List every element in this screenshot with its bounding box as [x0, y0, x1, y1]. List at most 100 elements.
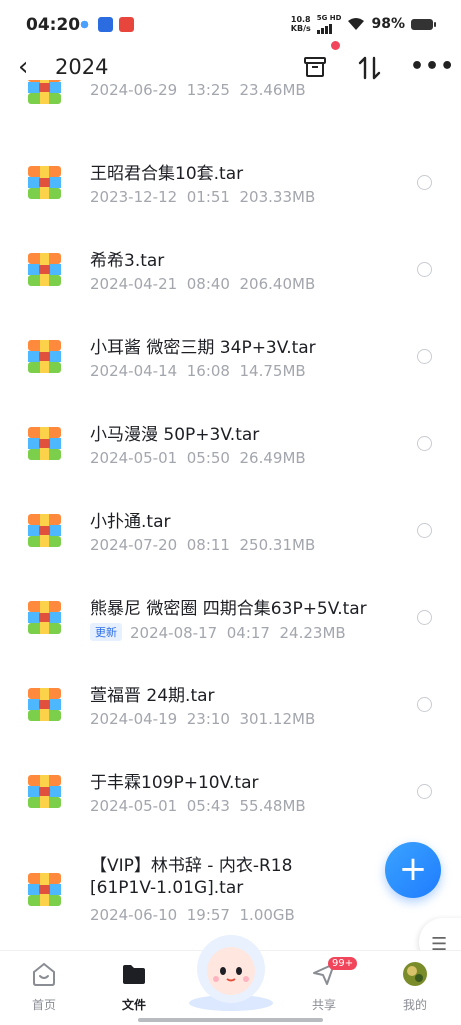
archive-file-icon: [28, 340, 61, 373]
archive-file-icon: [28, 514, 61, 547]
file-name: 【VIP】林书辞 - 内衣-R18 [61P1V-1.01G].tar: [90, 856, 293, 898]
file-time: 13:25: [186, 81, 230, 99]
file-time: 08:40: [186, 275, 230, 293]
net-speed-value: 10.8: [290, 15, 311, 24]
file-time: 08:11: [186, 536, 230, 554]
signal-label: 5G HD: [316, 14, 342, 22]
file-meta: 2024-06-10 19:57 1.00GB: [90, 906, 295, 924]
file-name: 于丰霖109P+10V.tar: [90, 773, 259, 793]
file-time: 01:51: [186, 188, 230, 206]
share-badge: 99+: [328, 957, 358, 970]
file-time: 05:43: [186, 797, 230, 815]
file-row[interactable]: 熊暴尼 微密圈 四期合集63P+5V.tar 更新 2024-08-17 04:1…: [0, 574, 461, 661]
file-time: 23:10: [186, 710, 230, 728]
battery-percent: 98%: [371, 16, 405, 32]
archive-file-icon: [28, 427, 61, 460]
file-row[interactable]: 小扑通.tar 2024-07-20 08:11 250.31MB: [0, 487, 461, 574]
file-size: 206.40MB: [239, 275, 316, 293]
file-date: 2024-07-20: [90, 536, 178, 554]
file-date: 2024-08-17: [130, 624, 218, 642]
file-meta: 2024-05-01 05:50 26.49MB: [90, 449, 306, 467]
select-checkbox[interactable]: [417, 784, 432, 799]
file-size: 1.00GB: [239, 906, 295, 924]
archive-box-icon[interactable]: [303, 55, 327, 79]
archive-file-icon: [28, 873, 61, 906]
file-meta: 2024-06-29 13:25 23.46MB: [90, 81, 306, 99]
app-notification-icon: [77, 17, 92, 32]
notification-dot: [331, 41, 340, 50]
file-row[interactable]: 萱福晋 24期.tar 2024-04-19 23:10 301.12MB: [0, 661, 461, 748]
select-checkbox[interactable]: [417, 697, 432, 712]
file-name: 萱福晋 24期.tar: [90, 686, 215, 706]
file-row[interactable]: 王昭君合集10套.tar 2023-12-12 01:51 203.33MB: [0, 139, 461, 226]
avatar: [403, 962, 427, 986]
mascot-icon[interactable]: [183, 931, 279, 1011]
file-meta: 2024-04-19 23:10 301.12MB: [90, 710, 315, 728]
file-name: 王昭君合集10套.tar: [90, 164, 244, 184]
nav-files[interactable]: 文件: [104, 961, 164, 1013]
file-meta: 更新 2024-08-17 04:17 24.23MB: [90, 623, 346, 642]
file-size: 203.33MB: [239, 188, 316, 206]
archive-file-icon: [28, 80, 61, 104]
net-speed: 10.8 KB/s: [291, 15, 311, 33]
select-checkbox[interactable]: [417, 262, 432, 277]
battery-icon: [411, 18, 436, 30]
nav-home-label: 首页: [31, 998, 56, 1012]
nav-mine[interactable]: 我的: [385, 961, 445, 1013]
wifi-icon: [348, 18, 365, 30]
transfer-sort-icon[interactable]: [357, 55, 383, 81]
file-date: 2024-05-01: [90, 449, 178, 467]
home-icon: [33, 962, 55, 986]
nav-home[interactable]: 首页: [14, 961, 74, 1013]
select-checkbox[interactable]: [417, 436, 432, 451]
file-row[interactable]: 于丰霖109P+10V.tar 2024-05-01 05:43 55.48MB: [0, 748, 461, 835]
folder-icon: [123, 965, 145, 984]
file-name: 希希3.tar: [90, 251, 165, 271]
more-options-icon[interactable]: •••: [410, 54, 455, 79]
file-size: 301.12MB: [239, 710, 316, 728]
file-size: 24.23MB: [279, 624, 346, 642]
archive-file-icon: [28, 166, 61, 199]
update-badge: 更新: [90, 623, 122, 641]
file-list: 2024-06-29 13:25 23.46MB 王昭君合集10套.tar 20…: [0, 80, 461, 950]
file-meta: 2023-12-12 01:51 203.33MB: [90, 188, 315, 206]
home-indicator: [138, 1018, 323, 1022]
select-checkbox[interactable]: [417, 523, 432, 538]
file-meta: 2024-05-01 05:43 55.48MB: [90, 797, 306, 815]
nav-files-label: 文件: [121, 998, 146, 1012]
file-time: 05:50: [186, 449, 230, 467]
file-name: 小扑通.tar: [90, 512, 171, 532]
page-title: 2024: [55, 55, 109, 79]
select-checkbox[interactable]: [417, 175, 432, 190]
nav-mine-label: 我的: [402, 998, 427, 1012]
select-checkbox[interactable]: [417, 349, 432, 364]
file-date: 2024-05-01: [90, 797, 178, 815]
file-size: 250.31MB: [239, 536, 316, 554]
status-bar: 04:20 10.8 KB/s 5G HD 98%: [0, 0, 461, 50]
file-row[interactable]: 小耳酱 微密三期 34P+3V.tar 2024-04-14 16:08 14.…: [0, 313, 461, 400]
file-name: 小马漫漫 50P+3V.tar: [90, 425, 260, 445]
archive-file-icon: [28, 688, 61, 721]
file-row[interactable]: 希希3.tar 2024-04-21 08:40 206.40MB: [0, 226, 461, 313]
file-time: 04:17: [226, 624, 270, 642]
archive-file-icon: [28, 775, 61, 808]
file-name: 小耳酱 微密三期 34P+3V.tar: [90, 338, 316, 358]
select-checkbox[interactable]: [417, 610, 432, 625]
file-size: 55.48MB: [239, 797, 306, 815]
file-time: 19:57: [186, 906, 230, 924]
add-fab-button[interactable]: +: [385, 842, 441, 898]
file-size: 26.49MB: [239, 449, 306, 467]
file-meta: 2024-04-21 08:40 206.40MB: [90, 275, 315, 293]
file-date: 2023-12-12: [90, 188, 178, 206]
nav-share[interactable]: 99+ 共享: [294, 957, 358, 1013]
file-row[interactable]: 小马漫漫 50P+3V.tar 2024-05-01 05:50 26.49MB: [0, 400, 461, 487]
file-name: 熊暴尼 微密圈 四期合集63P+5V.tar: [90, 599, 367, 619]
notification-icons: [77, 17, 134, 32]
file-row[interactable]: 2024-06-29 13:25 23.46MB: [0, 80, 461, 131]
file-date: 2024-04-14: [90, 362, 178, 380]
status-time: 04:20: [26, 15, 81, 35]
status-indicators: 10.8 KB/s 5G HD 98%: [291, 14, 436, 34]
file-date: 2024-04-19: [90, 710, 178, 728]
back-arrow-icon[interactable]: ‹: [18, 54, 46, 82]
file-size: 23.46MB: [239, 81, 306, 99]
